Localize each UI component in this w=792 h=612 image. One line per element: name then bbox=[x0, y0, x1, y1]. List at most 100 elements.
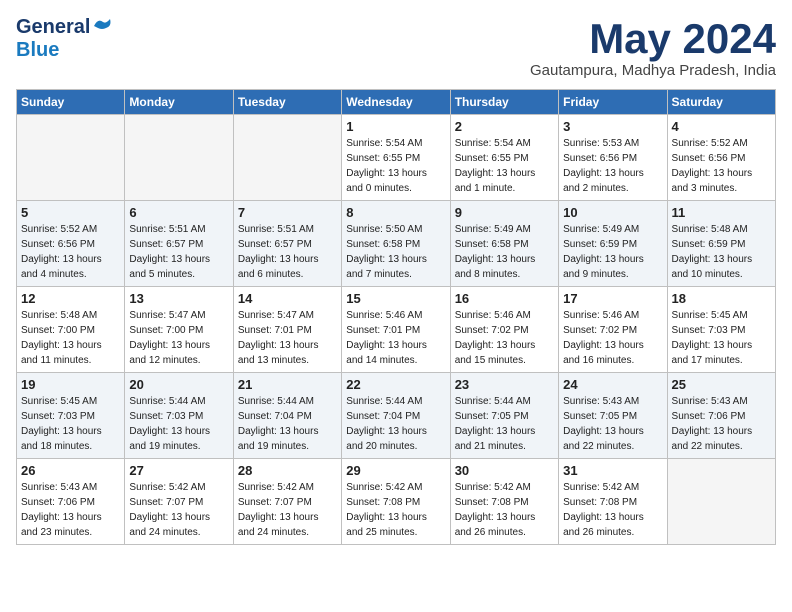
day-info: Sunrise: 5:42 AM Sunset: 7:08 PM Dayligh… bbox=[563, 480, 662, 540]
title-area: May 2024 Gautampura, Madhya Pradesh, Ind… bbox=[530, 16, 776, 79]
day-cell: 3Sunrise: 5:53 AM Sunset: 6:56 PM Daylig… bbox=[559, 115, 667, 201]
day-cell: 18Sunrise: 5:45 AM Sunset: 7:03 PM Dayli… bbox=[667, 287, 775, 373]
day-cell: 9 Sunrise: 5:49 AM Sunset: 6:58 PM Daylig… bbox=[450, 201, 558, 287]
day-number: 16 bbox=[455, 291, 554, 306]
day-info: Sunrise: 5:47 AM Sunset: 7:01 PM Dayligh… bbox=[238, 308, 337, 368]
day-info: Sunrise: 5:42 AM Sunset: 7:07 PM Dayligh… bbox=[129, 480, 228, 540]
day-cell bbox=[125, 115, 233, 201]
day-info: Sunrise: 5:52 AM Sunset: 6:56 PM Dayligh… bbox=[672, 136, 771, 196]
day-cell: 10 Sunrise: 5:49 AM Sunset: 6:59 PM Dayli… bbox=[559, 201, 667, 287]
day-number: 2 bbox=[455, 119, 554, 134]
day-cell: 15Sunrise: 5:46 AM Sunset: 7:01 PM Dayli… bbox=[342, 287, 450, 373]
month-title: May 2024 bbox=[530, 16, 776, 62]
day-cell: 19 Sunrise: 5:45 AM Sunset: 7:03 PM Dayli… bbox=[17, 373, 125, 459]
day-cell: 11 Sunrise: 5:48 AM Sunset: 6:59 PM Dayli… bbox=[667, 201, 775, 287]
day-cell: 27 Sunrise: 5:42 AM Sunset: 7:07 PM Dayli… bbox=[125, 459, 233, 545]
day-cell: 2Sunrise: 5:54 AM Sunset: 6:55 PM Daylig… bbox=[450, 115, 558, 201]
day-info: Sunrise: 5:43 AM Sunset: 7:05 PM Dayligh… bbox=[563, 394, 662, 454]
day-number: 18 bbox=[672, 291, 771, 306]
day-info: Sunrise: 5:44 AM Sunset: 7:04 PM Dayligh… bbox=[346, 394, 445, 454]
day-number: 17 bbox=[563, 291, 662, 306]
week-row-2: 5 Sunrise: 5:52 AM Sunset: 6:56 PM Daylig… bbox=[17, 201, 776, 287]
day-number: 28 bbox=[238, 463, 337, 478]
day-info: Sunrise: 5:49 AM Sunset: 6:58 PM Dayligh… bbox=[455, 222, 554, 282]
day-number: 26 bbox=[21, 463, 120, 478]
day-info: Sunrise: 5:46 AM Sunset: 7:02 PM Dayligh… bbox=[563, 308, 662, 368]
day-cell: 30Sunrise: 5:42 AM Sunset: 7:08 PM Dayli… bbox=[450, 459, 558, 545]
day-info: Sunrise: 5:42 AM Sunset: 7:08 PM Dayligh… bbox=[346, 480, 445, 540]
day-cell: 20 Sunrise: 5:44 AM Sunset: 7:03 PM Dayli… bbox=[125, 373, 233, 459]
day-cell: 16 Sunrise: 5:46 AM Sunset: 7:02 PM Dayli… bbox=[450, 287, 558, 373]
day-info: Sunrise: 5:49 AM Sunset: 6:59 PM Dayligh… bbox=[563, 222, 662, 282]
col-header-tuesday: Tuesday bbox=[233, 90, 341, 115]
day-number: 21 bbox=[238, 377, 337, 392]
day-number: 11 bbox=[672, 205, 771, 220]
day-info: Sunrise: 5:44 AM Sunset: 7:05 PM Dayligh… bbox=[455, 394, 554, 454]
col-header-saturday: Saturday bbox=[667, 90, 775, 115]
day-number: 25 bbox=[672, 377, 771, 392]
day-number: 6 bbox=[129, 205, 228, 220]
day-number: 29 bbox=[346, 463, 445, 478]
day-cell: 6 Sunrise: 5:51 AM Sunset: 6:57 PM Daylig… bbox=[125, 201, 233, 287]
day-number: 31 bbox=[563, 463, 662, 478]
day-cell: 7 Sunrise: 5:51 AM Sunset: 6:57 PM Daylig… bbox=[233, 201, 341, 287]
day-cell: 23Sunrise: 5:44 AM Sunset: 7:05 PM Dayli… bbox=[450, 373, 558, 459]
day-info: Sunrise: 5:50 AM Sunset: 6:58 PM Dayligh… bbox=[346, 222, 445, 282]
day-info: Sunrise: 5:43 AM Sunset: 7:06 PM Dayligh… bbox=[672, 394, 771, 454]
day-cell: 14 Sunrise: 5:47 AM Sunset: 7:01 PM Dayli… bbox=[233, 287, 341, 373]
day-info: Sunrise: 5:51 AM Sunset: 6:57 PM Dayligh… bbox=[238, 222, 337, 282]
day-cell: 21 Sunrise: 5:44 AM Sunset: 7:04 PM Dayli… bbox=[233, 373, 341, 459]
day-info: Sunrise: 5:44 AM Sunset: 7:04 PM Dayligh… bbox=[238, 394, 337, 454]
day-info: Sunrise: 5:48 AM Sunset: 6:59 PM Dayligh… bbox=[672, 222, 771, 282]
logo-blue-text: Blue bbox=[16, 39, 59, 62]
day-number: 10 bbox=[563, 205, 662, 220]
day-cell: 8Sunrise: 5:50 AM Sunset: 6:58 PM Daylig… bbox=[342, 201, 450, 287]
day-number: 7 bbox=[238, 205, 337, 220]
day-info: Sunrise: 5:52 AM Sunset: 6:56 PM Dayligh… bbox=[21, 222, 120, 282]
day-number: 19 bbox=[21, 377, 120, 392]
calendar-table: SundayMondayTuesdayWednesdayThursdayFrid… bbox=[16, 89, 776, 545]
col-header-thursday: Thursday bbox=[450, 90, 558, 115]
day-cell bbox=[667, 459, 775, 545]
day-info: Sunrise: 5:48 AM Sunset: 7:00 PM Dayligh… bbox=[21, 308, 120, 368]
page-header: General Blue May 2024 Gautampura, Madhya… bbox=[16, 16, 776, 79]
logo-bird-icon bbox=[92, 18, 114, 34]
day-number: 30 bbox=[455, 463, 554, 478]
day-cell: 17 Sunrise: 5:46 AM Sunset: 7:02 PM Dayli… bbox=[559, 287, 667, 373]
day-cell: 29 Sunrise: 5:42 AM Sunset: 7:08 PM Dayli… bbox=[342, 459, 450, 545]
col-header-friday: Friday bbox=[559, 90, 667, 115]
day-number: 14 bbox=[238, 291, 337, 306]
day-info: Sunrise: 5:43 AM Sunset: 7:06 PM Dayligh… bbox=[21, 480, 120, 540]
col-header-sunday: Sunday bbox=[17, 90, 125, 115]
day-cell: 12 Sunrise: 5:48 AM Sunset: 7:00 PM Dayli… bbox=[17, 287, 125, 373]
day-info: Sunrise: 5:45 AM Sunset: 7:03 PM Dayligh… bbox=[21, 394, 120, 454]
calendar-header-row: SundayMondayTuesdayWednesdayThursdayFrid… bbox=[17, 90, 776, 115]
col-header-monday: Monday bbox=[125, 90, 233, 115]
day-info: Sunrise: 5:51 AM Sunset: 6:57 PM Dayligh… bbox=[129, 222, 228, 282]
col-header-wednesday: Wednesday bbox=[342, 90, 450, 115]
day-number: 12 bbox=[21, 291, 120, 306]
day-info: Sunrise: 5:42 AM Sunset: 7:07 PM Dayligh… bbox=[238, 480, 337, 540]
day-cell bbox=[17, 115, 125, 201]
day-number: 3 bbox=[563, 119, 662, 134]
day-number: 1 bbox=[346, 119, 445, 134]
logo-general-text: General bbox=[16, 16, 90, 39]
day-cell: 31 Sunrise: 5:42 AM Sunset: 7:08 PM Dayli… bbox=[559, 459, 667, 545]
day-cell: 5 Sunrise: 5:52 AM Sunset: 6:56 PM Daylig… bbox=[17, 201, 125, 287]
day-cell: 4 Sunrise: 5:52 AM Sunset: 6:56 PM Daylig… bbox=[667, 115, 775, 201]
day-info: Sunrise: 5:47 AM Sunset: 7:00 PM Dayligh… bbox=[129, 308, 228, 368]
day-info: Sunrise: 5:44 AM Sunset: 7:03 PM Dayligh… bbox=[129, 394, 228, 454]
day-number: 5 bbox=[21, 205, 120, 220]
day-info: Sunrise: 5:54 AM Sunset: 6:55 PM Dayligh… bbox=[346, 136, 445, 196]
day-cell: 13Sunrise: 5:47 AM Sunset: 7:00 PM Dayli… bbox=[125, 287, 233, 373]
day-cell: 24Sunrise: 5:43 AM Sunset: 7:05 PM Dayli… bbox=[559, 373, 667, 459]
day-cell bbox=[233, 115, 341, 201]
day-info: Sunrise: 5:46 AM Sunset: 7:02 PM Dayligh… bbox=[455, 308, 554, 368]
day-cell: 26 Sunrise: 5:43 AM Sunset: 7:06 PM Dayli… bbox=[17, 459, 125, 545]
day-number: 27 bbox=[129, 463, 228, 478]
day-number: 9 bbox=[455, 205, 554, 220]
day-cell: 22Sunrise: 5:44 AM Sunset: 7:04 PM Dayli… bbox=[342, 373, 450, 459]
day-number: 4 bbox=[672, 119, 771, 134]
day-number: 20 bbox=[129, 377, 228, 392]
logo: General Blue bbox=[16, 16, 114, 62]
